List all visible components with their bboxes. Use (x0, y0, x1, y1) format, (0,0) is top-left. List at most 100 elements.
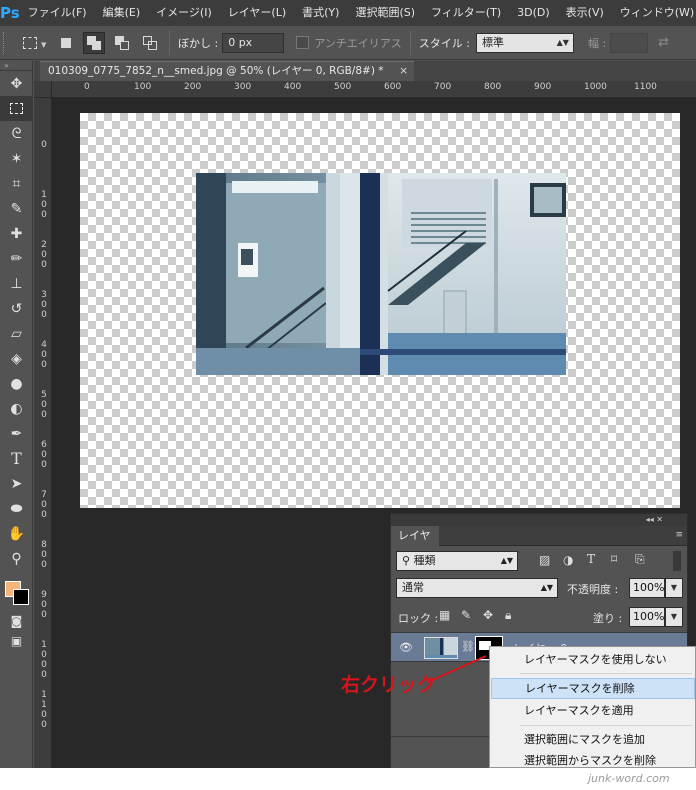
lock-image-icon[interactable]: ✎ (461, 608, 471, 622)
menu-image[interactable]: イメージ(I) (148, 0, 220, 26)
document-tab-bar: 010309_0775_7852_n__smed.jpg @ 50% (レイヤー… (34, 61, 696, 81)
smart-object-filter-icon[interactable]: ⎘ (635, 552, 645, 567)
rectangular-marquee-tool-icon[interactable] (0, 96, 33, 121)
feather-label: ぼかし : (178, 36, 219, 50)
filter-row: ⚲ 種類 ▲▼ ▨ ◑ T ⌑ ⎘ (391, 547, 687, 573)
ruler-label: 900 (534, 82, 552, 92)
screen-mode-icon[interactable]: ▣ (0, 631, 33, 651)
zoom-tool-icon[interactable]: ⚲ (0, 546, 33, 571)
lasso-tool-icon[interactable]: ᘓ (0, 121, 33, 146)
subtract-selection-icon-b (120, 40, 129, 50)
width-label: 幅 : (587, 36, 607, 50)
crop-tool-icon[interactable]: ⌗ (0, 171, 33, 196)
color-swatches[interactable] (0, 571, 33, 611)
updown-arrow-icon: ▲▼ (540, 583, 553, 592)
ruler-label: 800 (484, 82, 502, 92)
blur-tool-icon[interactable]: ● (0, 371, 33, 396)
pixel-filter-icon[interactable]: ▨ (539, 553, 550, 567)
opacity-dropdown-button[interactable]: ▼ (665, 578, 683, 598)
lock-position-icon[interactable]: ✥ (483, 608, 493, 622)
width-input[interactable] (610, 32, 649, 53)
history-brush-tool-icon[interactable]: ↺ (0, 296, 33, 321)
vertical-ruler[interactable]: 0 1 0 0 2 0 0 3 0 0 4 0 0 5 0 0 6 0 0 7 … (34, 98, 52, 768)
paint-bucket-tool-icon[interactable]: ◈ (0, 346, 33, 371)
clone-stamp-tool-icon[interactable]: ⊥ (0, 271, 33, 296)
pen-tool-icon[interactable]: ✒ (0, 421, 33, 446)
menu-filter[interactable]: フィルター(T) (423, 0, 509, 26)
eyedropper-tool-icon[interactable]: ✎ (0, 196, 33, 221)
menu-separator (520, 725, 692, 726)
lock-all-icon[interactable]: 🔒︎ (505, 608, 511, 623)
menu-item-subtract-mask-from-selection[interactable]: 選択範囲からマスクを削除 (491, 750, 695, 768)
menu-edit[interactable]: 編集(E) (95, 0, 149, 26)
menu-layer[interactable]: レイヤー(L) (220, 0, 294, 26)
updown-arrow-icon: ▲▼ (556, 37, 569, 47)
type-tool-icon[interactable]: T (0, 446, 33, 471)
station-photo (196, 173, 566, 375)
menu-item-delete-mask[interactable]: レイヤーマスクを削除 (491, 678, 695, 699)
ruler-label: 2 0 0 (41, 240, 47, 270)
toolbox: » ✥ ᘓ ✶ ⌗ ✎ ✚ ✏ ⊥ ↺ ▱ ◈ ● ◐ ✒ T ➤ ⬬ ✋ ⚲ … (0, 61, 33, 768)
menu-window[interactable]: ウィンドウ(W) (612, 0, 696, 26)
toolbox-collapse-icon[interactable]: » (0, 61, 32, 71)
fill-input[interactable]: 100% (629, 607, 665, 627)
menu-file[interactable]: ファイル(F) (20, 0, 95, 26)
healing-brush-tool-icon[interactable]: ✚ (0, 221, 33, 246)
menu-type[interactable]: 書式(Y) (294, 0, 347, 26)
panel-menu-icon[interactable]: ≡ (675, 530, 683, 540)
quick-mask-icon[interactable]: ◙ (0, 611, 33, 631)
search-icon: ⚲ (402, 554, 414, 567)
shape-filter-icon[interactable]: ⌑ (611, 552, 617, 566)
hand-tool-icon[interactable]: ✋ (0, 521, 33, 546)
menu-item-add-mask-to-selection[interactable]: 選択範囲にマスクを追加 (491, 729, 695, 750)
lock-transparency-icon[interactable]: ▦ (439, 608, 450, 622)
menu-view[interactable]: 表示(V) (558, 0, 612, 26)
move-tool-icon[interactable]: ✥ (0, 71, 33, 96)
ruler-origin[interactable] (34, 81, 52, 98)
blend-mode-select[interactable]: 通常 ▲▼ (396, 578, 558, 598)
panel-tabs: レイヤー ≡ (391, 526, 687, 562)
swap-arrows-icon[interactable]: ⇄ (658, 35, 669, 50)
context-menu: レイヤーマスクを使用しない レイヤーマスクを削除 レイヤーマスクを適用 選択範囲… (489, 646, 696, 768)
filter-toggle[interactable] (673, 551, 681, 571)
options-bar: ▼ ぼかし : 0 px アンチエイリアス スタイル : 標準 ▲▼ 幅 : ⇄ (0, 26, 696, 60)
menu-item-apply-mask[interactable]: レイヤーマスクを適用 (491, 700, 695, 721)
close-icon[interactable]: × (399, 62, 408, 81)
fill-dropdown-button[interactable]: ▼ (665, 607, 683, 627)
document-tab[interactable]: 010309_0775_7852_n__smed.jpg @ 50% (レイヤー… (40, 61, 414, 81)
path-selection-tool-icon[interactable]: ➤ (0, 471, 33, 496)
type-filter-icon[interactable]: T (587, 552, 595, 566)
visibility-eye-icon[interactable]: 👁︎ (399, 641, 413, 654)
intersect-selection-button[interactable] (139, 32, 161, 54)
menu-select[interactable]: 選択範囲(S) (347, 0, 423, 26)
antialias-label: アンチエイリアス (314, 36, 402, 50)
tab-layers[interactable]: レイヤー (391, 526, 439, 562)
brush-tool-icon[interactable]: ✏ (0, 246, 33, 271)
tool-preset-picker[interactable]: ▼ (19, 31, 49, 55)
feather-input[interactable]: 0 px (222, 32, 285, 53)
magic-wand-tool-icon[interactable]: ✶ (0, 146, 33, 171)
horizontal-ruler[interactable]: 0 100 200 300 400 500 600 700 800 900 10… (52, 81, 696, 98)
filter-kind-value: 種類 (413, 554, 436, 567)
filter-kind-select[interactable]: ⚲ 種類 ▲▼ (396, 551, 518, 571)
dodge-tool-icon[interactable]: ◐ (0, 396, 33, 421)
eraser-tool-icon[interactable]: ▱ (0, 321, 33, 346)
chevron-down-icon: ▼ (41, 40, 47, 49)
background-color-swatch[interactable] (13, 589, 29, 605)
options-grip[interactable] (3, 31, 9, 54)
ruler-label: 0 (84, 82, 90, 92)
subtract-from-selection-button[interactable] (111, 32, 133, 54)
menu-3d[interactable]: 3D(D) (509, 0, 558, 26)
antialias-checkbox[interactable] (296, 36, 310, 49)
opacity-input[interactable]: 100% (629, 578, 665, 598)
new-selection-button[interactable] (55, 32, 77, 54)
style-select[interactable]: 標準 ▲▼ (475, 32, 574, 53)
ruler-label: 5 0 0 (41, 390, 47, 420)
ellipse-tool-icon[interactable]: ⬬ (0, 496, 33, 521)
add-to-selection-button[interactable] (83, 31, 105, 54)
panel-collapse-icon[interactable]: ◂◂ ✕ (391, 514, 687, 526)
menu-item-disable-mask[interactable]: レイヤーマスクを使用しない (491, 649, 695, 670)
intersect-selection-icon-b (148, 40, 157, 50)
adjustment-filter-icon[interactable]: ◑ (563, 553, 573, 567)
lock-row: ロック : ▦ ✎ ✥ 🔒︎ 塗り : 100% ▼ (391, 603, 687, 629)
